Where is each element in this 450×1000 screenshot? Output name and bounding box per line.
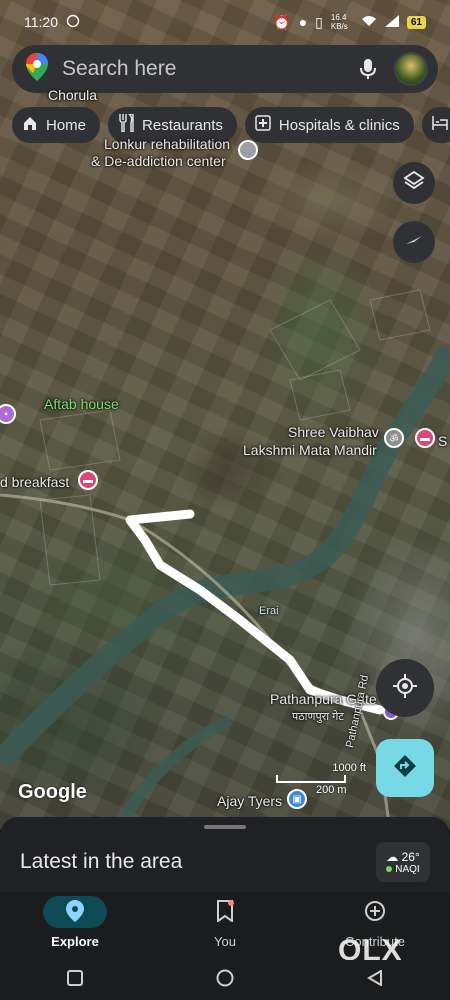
scale-meters: 200 m — [316, 784, 347, 796]
google-logo: Google — [18, 781, 87, 803]
explore-icon — [66, 899, 84, 925]
map-label-river: Erai — [259, 605, 279, 617]
hospital-icon — [255, 115, 271, 135]
river-branch — [114, 714, 233, 830]
search-bar[interactable]: Search here — [12, 45, 438, 93]
map-label-rehab-1[interactable]: Lonkur rehabilitation — [104, 136, 230, 153]
compass-icon — [403, 229, 425, 256]
map-scale: 1000 ft 200 m — [276, 762, 366, 796]
nav-label: You — [214, 934, 236, 949]
bookmark-icon — [216, 899, 234, 925]
location-icon: ● — [298, 14, 308, 30]
rehab-pin-icon[interactable] — [238, 140, 258, 160]
aqi-label: NAQI — [395, 863, 420, 875]
maps-pin-icon — [26, 52, 48, 86]
nav-explore[interactable]: Explore — [15, 896, 135, 949]
add-circle-icon — [364, 900, 386, 925]
battery-indicator: 61 — [406, 15, 426, 29]
vibrate-icon: ▯ — [315, 13, 323, 30]
chip-home[interactable]: Home — [12, 107, 101, 143]
avatar[interactable] — [394, 52, 428, 86]
home-icon — [22, 115, 38, 135]
network-speed: 16.4 KB/s — [330, 13, 348, 31]
microphone-icon[interactable] — [356, 57, 380, 81]
hotel-icon — [432, 116, 448, 134]
bottom-sheet[interactable]: Latest in the area ☁ 26° NAQI — [0, 817, 450, 892]
back-icon[interactable] — [367, 968, 383, 991]
category-chips: Home Restaurants Hospitals & clinics — [12, 107, 450, 143]
sheet-title: Latest in the area — [20, 850, 183, 873]
scale-bar — [276, 775, 346, 783]
map-label-temple-1[interactable]: Shree Vaibhav — [288, 424, 379, 441]
my-location-button[interactable] — [376, 659, 434, 717]
scale-feet: 1000 ft — [332, 762, 366, 774]
sheet-handle[interactable] — [204, 825, 246, 829]
bnb-pin-icon[interactable]: ▬ — [78, 470, 98, 490]
map-label-pathanpura-hindi[interactable]: पठाणपुरा गेट — [292, 709, 344, 726]
map-label-breakfast[interactable]: d breakfast — [0, 474, 69, 491]
temple-pin-icon[interactable]: ॐ — [384, 428, 404, 448]
recents-icon[interactable] — [66, 969, 83, 991]
compass-button[interactable] — [393, 221, 435, 263]
chip-hotels[interactable] — [421, 107, 450, 143]
directions-icon — [392, 753, 418, 784]
map-label-chorula: Chorula — [48, 87, 98, 103]
directions-button[interactable] — [376, 739, 434, 797]
wifi-icon — [361, 14, 377, 30]
chip-label: Restaurants — [142, 116, 223, 134]
layers-icon — [403, 170, 425, 197]
whatsapp-icon — [66, 14, 80, 31]
system-navigation — [0, 960, 450, 1000]
clock: 11:20 — [24, 14, 58, 30]
nav-label: Explore — [51, 934, 99, 949]
chip-hospitals[interactable]: Hospitals & clinics — [244, 107, 414, 143]
cloud-icon: ☁ — [386, 849, 399, 864]
map-label-rehab-2[interactable]: & De-addiction center — [91, 153, 226, 170]
map-label-aftab[interactable]: Aftab house — [44, 396, 119, 413]
alarm-icon: ⏰ — [273, 13, 291, 30]
chip-label: Home — [46, 116, 87, 134]
layers-button[interactable] — [393, 162, 435, 204]
map-label-ajay[interactable]: Ajay Tyers — [217, 793, 282, 810]
nav-you[interactable]: You — [165, 896, 285, 949]
chip-label: Hospitals & clinics — [278, 116, 400, 134]
home-system-icon[interactable] — [216, 969, 234, 992]
hotel-pin-icon[interactable]: ▬ — [415, 428, 435, 448]
search-input[interactable]: Search here — [62, 57, 356, 81]
restaurant-icon — [118, 113, 134, 136]
signal-icon — [384, 14, 399, 30]
map-label-right-partial: S — [438, 433, 448, 449]
weather-chip[interactable]: ☁ 26° NAQI — [376, 842, 430, 882]
temperature: 26° — [401, 849, 420, 864]
crosshair-icon — [392, 673, 418, 704]
aqi-dot-icon — [386, 866, 393, 872]
map-label-temple-2[interactable]: Lakshmi Mata Mandir — [243, 442, 377, 459]
status-bar: 11:20 ⏰ ● ▯ 16.4 KB/s 61 — [0, 0, 450, 44]
